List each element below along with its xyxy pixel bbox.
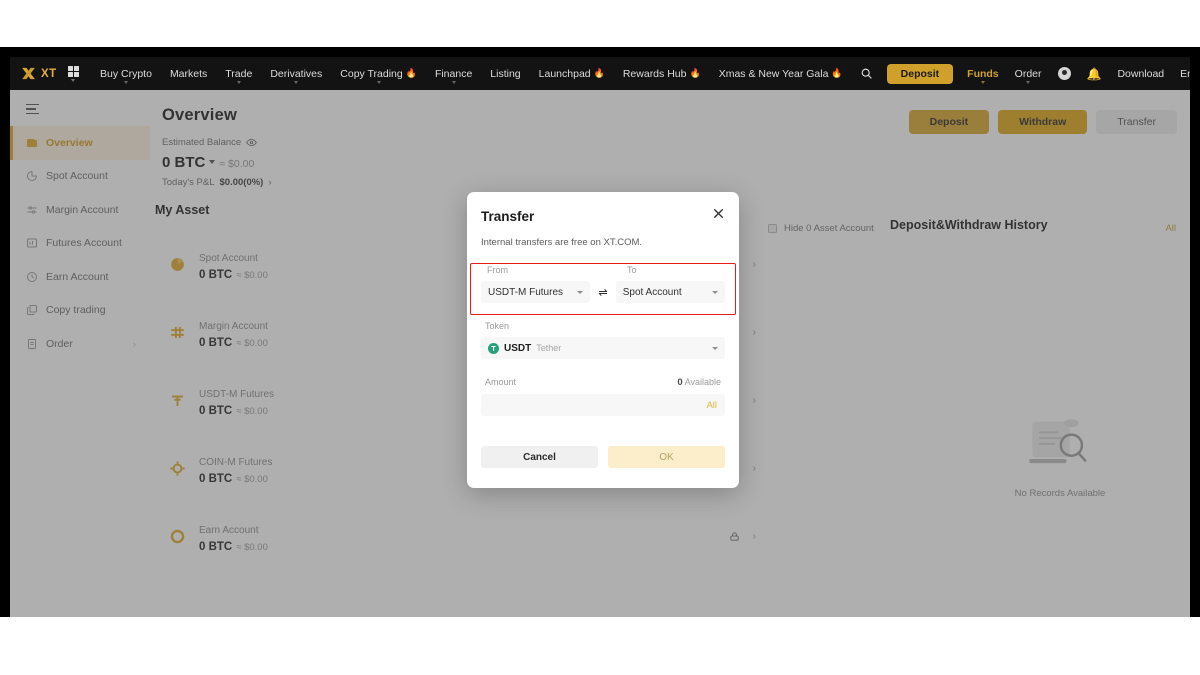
nav-items: Buy Crypto Markets Trade Derivatives Cop… (91, 57, 852, 90)
cancel-button[interactable]: Cancel (481, 446, 598, 468)
language-currency-selector[interactable]: English/USD (1172, 57, 1190, 90)
nav-label: Launchpad (538, 67, 591, 80)
modal-title: Transfer (481, 209, 535, 224)
brand-logo[interactable]: XT (20, 65, 57, 82)
nav-item-download[interactable]: Download (1109, 57, 1172, 90)
search-icon[interactable] (852, 57, 881, 90)
chevron-down-icon (712, 346, 718, 350)
token-name: Tether (536, 343, 562, 353)
usdt-token-icon: T (488, 342, 499, 354)
nav-item-trade[interactable]: Trade (216, 57, 261, 90)
token-label: Token (485, 321, 510, 331)
nav-label: Xmas & New Year Gala (718, 67, 829, 80)
nav-item-buy-crypto[interactable]: Buy Crypto (91, 57, 161, 90)
flame-icon: 🔥 (593, 68, 605, 78)
nav-item-listing[interactable]: Listing (481, 57, 529, 90)
nav-item-xmas-gala[interactable]: Xmas & New Year Gala 🔥 (710, 57, 852, 90)
top-navigation-bar: XT Buy Crypto Markets Trade Derivatives … (10, 57, 1190, 90)
available-value: 0 (677, 377, 683, 388)
available-label: Available (684, 377, 721, 387)
download-label: Download (1117, 67, 1165, 80)
nav-label: Rewards Hub (622, 67, 687, 80)
apps-grid-icon[interactable] (67, 65, 79, 82)
token-select[interactable]: T USDT Tether (481, 337, 725, 359)
nav-label: Listing (490, 67, 521, 80)
nav-label: Copy Trading (340, 67, 403, 80)
nav-item-copy-trading[interactable]: Copy Trading 🔥 (331, 57, 426, 90)
nav-label: Markets (169, 67, 208, 80)
deposit-button[interactable]: Deposit (886, 63, 954, 84)
brand-label: XT (41, 67, 57, 80)
token-symbol: USDT (504, 342, 532, 354)
transfer-modal: Transfer Internal transfers are free on … (467, 192, 739, 488)
amount-all-button[interactable]: All (706, 400, 717, 411)
flame-icon: 🔥 (689, 68, 701, 78)
language-label: English/USD (1180, 67, 1190, 80)
modal-buttons: Cancel OK (481, 446, 725, 468)
available-info: 0 Available (677, 377, 721, 388)
order-label: Order (1014, 67, 1042, 80)
screenshot-frame: XT Buy Crypto Markets Trade Derivatives … (0, 0, 1200, 675)
flame-icon: 🔥 (405, 68, 417, 78)
nav-label: Trade (225, 67, 253, 80)
ok-button[interactable]: OK (608, 446, 725, 468)
amount-input[interactable] (489, 399, 707, 411)
amount-input-wrapper[interactable]: All (481, 394, 725, 416)
xt-logo-icon (20, 65, 37, 82)
modal-subtitle: Internal transfers are free on XT.COM. (481, 237, 643, 248)
nav-item-finance[interactable]: Finance (426, 57, 481, 90)
user-avatar-icon[interactable] (1050, 57, 1079, 90)
nav-right-cluster: Deposit Funds Order 🔔 Download English/U… (852, 57, 1190, 90)
nav-item-funds[interactable]: Funds (959, 57, 1007, 90)
from-to-highlight-box (470, 263, 736, 315)
nav-item-markets[interactable]: Markets (161, 57, 216, 90)
close-icon[interactable] (712, 207, 726, 221)
bell-icon[interactable]: 🔔 (1079, 57, 1110, 90)
funds-label: Funds (967, 67, 999, 80)
nav-item-rewards-hub[interactable]: Rewards Hub 🔥 (614, 57, 710, 90)
nav-item-launchpad[interactable]: Launchpad 🔥 (530, 57, 614, 90)
browser-viewport: XT Buy Crypto Markets Trade Derivatives … (10, 57, 1190, 617)
nav-item-derivatives[interactable]: Derivatives (261, 57, 331, 90)
amount-label: Amount (485, 377, 517, 387)
flame-icon: 🔥 (831, 68, 843, 78)
amount-header-row: Amount 0 Available (481, 377, 725, 388)
nav-label: Buy Crypto (100, 67, 152, 80)
nav-label: Finance (434, 67, 473, 80)
nav-label: Derivatives (270, 67, 323, 80)
nav-item-order[interactable]: Order (1007, 57, 1050, 90)
